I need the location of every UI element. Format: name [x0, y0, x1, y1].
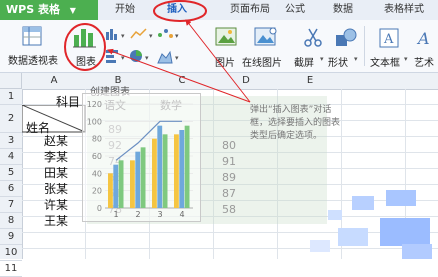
row-header[interactable]: 11: [0, 261, 22, 277]
decorative-blue-blocks: [310, 190, 432, 259]
arrow-to-chart-button: [107, 48, 251, 103]
arrow-to-insert-tab: [185, 19, 251, 103]
